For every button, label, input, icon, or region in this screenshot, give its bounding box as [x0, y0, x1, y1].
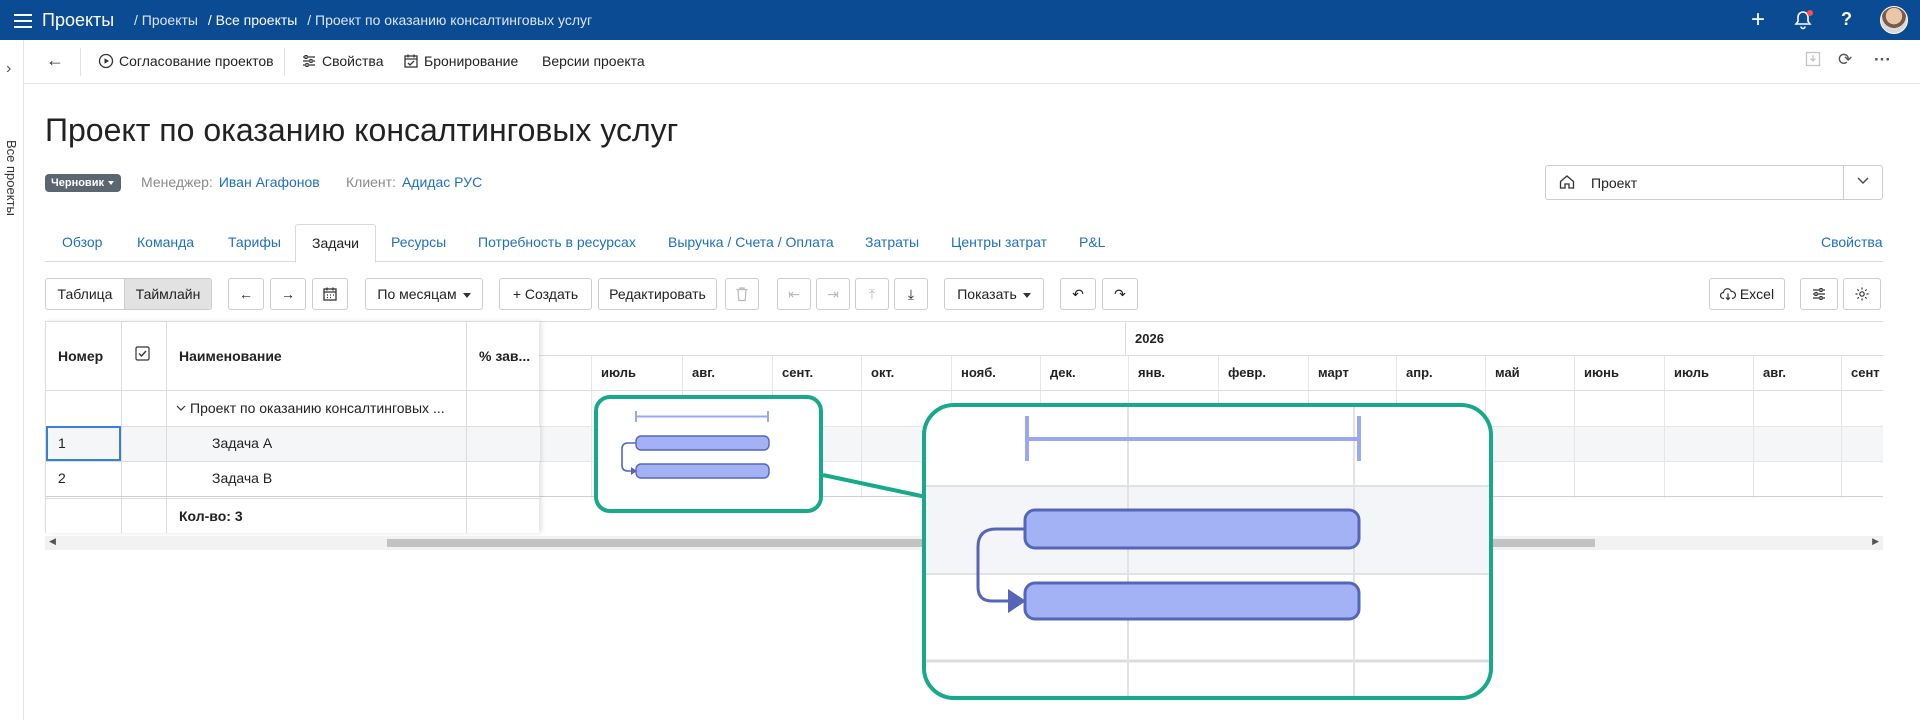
- gantt-bar-task-b: [635, 463, 770, 479]
- zoomed-bar-task-a: [1023, 508, 1361, 550]
- zoomed-gantt-highlight: [922, 403, 1493, 700]
- gantt-bars-highlight: [594, 395, 823, 513]
- zoomed-bar-task-b: [1023, 581, 1361, 621]
- dependency-arrow: [621, 442, 636, 472]
- gantt-bar-task-a: [635, 435, 770, 451]
